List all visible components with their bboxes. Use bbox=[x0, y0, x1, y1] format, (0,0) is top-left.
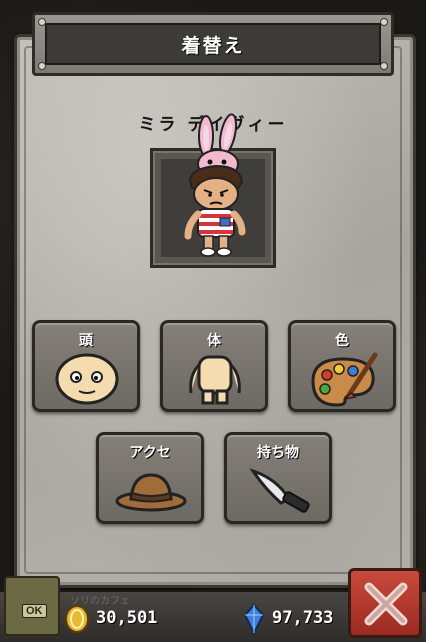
body-icon bbox=[189, 355, 241, 405]
category-item-label: 持ち物 bbox=[257, 445, 299, 461]
knife-icon bbox=[249, 468, 310, 513]
category-color-label: 色 bbox=[335, 333, 349, 349]
category-body-button[interactable]: 体 bbox=[160, 320, 268, 412]
coin-balance: 30,501 bbox=[96, 608, 158, 628]
hat-icon bbox=[115, 473, 187, 512]
close-icon bbox=[364, 582, 408, 626]
palette-icon bbox=[311, 352, 378, 407]
gem-balance: 97,733 bbox=[272, 608, 334, 628]
rivet-icon bbox=[380, 18, 388, 26]
category-color-button[interactable]: 色 bbox=[288, 320, 396, 412]
ok-label: OK bbox=[22, 604, 47, 618]
title-bar: 着替え bbox=[32, 12, 394, 76]
category-head-label: 頭 bbox=[79, 333, 93, 349]
category-body-label: 体 bbox=[207, 333, 221, 349]
category-head-button[interactable]: 頭 bbox=[32, 320, 140, 412]
character-sprite bbox=[184, 113, 246, 257]
close-button[interactable] bbox=[348, 568, 422, 638]
category-accessory-button[interactable]: アクセ bbox=[96, 432, 204, 524]
title-plate: 着替え bbox=[45, 23, 381, 65]
rivet-icon bbox=[380, 62, 388, 70]
category-item-button[interactable]: 持ち物 bbox=[224, 432, 332, 524]
category-accessory-label: アクセ bbox=[129, 445, 171, 461]
ok-button[interactable]: OK bbox=[4, 576, 60, 636]
head-icon bbox=[55, 353, 119, 405]
gem-icon bbox=[243, 603, 265, 635]
page-title: 着替え bbox=[181, 34, 245, 57]
coin-icon bbox=[65, 605, 89, 633]
